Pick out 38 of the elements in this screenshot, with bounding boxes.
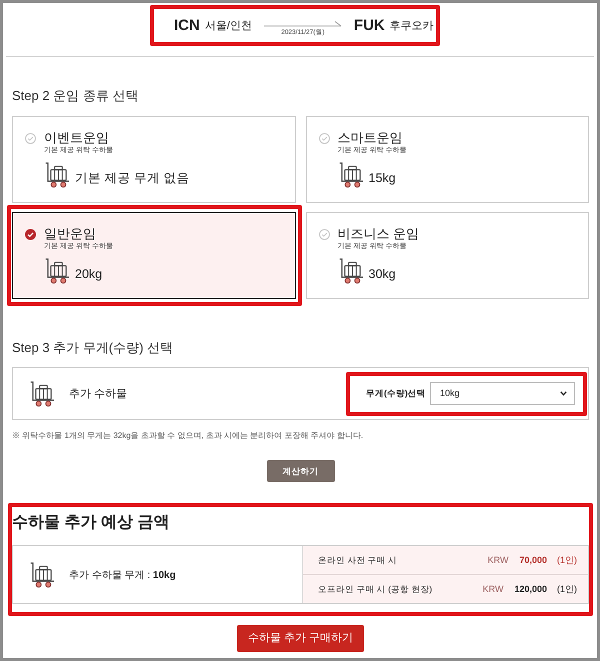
section-heading: Step 3 추가 무게(수량) 선택 — [12, 340, 174, 356]
weight-limit-note: ※ 위탁수하물 1개의 무게는 32kg을 초과할 수 없으며, 초과 시에는 분리하여 포장해 주셔야 합니다. — [12, 431, 364, 441]
baggage-allowance: 20kg — [75, 266, 102, 282]
luggage-cart-icon — [45, 162, 70, 188]
calculate-button[interactable]: 계산하기 — [266, 460, 334, 482]
chevron-down-icon — [560, 391, 567, 396]
baggage-allowance: 30kg — [368, 266, 396, 282]
luggage-cart-icon — [45, 258, 70, 284]
per-person-label: (1인) — [557, 554, 577, 566]
item-label: 추가 수하물 — [69, 386, 128, 400]
airport-code: FUK — [354, 16, 385, 34]
fare-name: 일반운임 — [44, 226, 96, 242]
luggage-cart-icon — [338, 258, 364, 284]
luggage-cart-icon — [30, 380, 55, 406]
weight-select[interactable]: 10kg — [430, 382, 575, 405]
select-label: 무게(수량)선택 — [366, 388, 426, 399]
fare-name: 비즈니스 운임 — [338, 226, 420, 242]
per-person-label: (1인) — [557, 584, 577, 594]
baggage-allowance: 15kg — [368, 170, 396, 186]
baggage-allowance: 기본 제공 무게 없음 — [75, 170, 190, 186]
estimate-title: 수하물 추가 예상 금액 — [12, 513, 170, 533]
luggage-cart-icon — [338, 162, 364, 188]
currency-label: KRW — [488, 554, 508, 566]
baggage-weight: 추가 수하물 무게 : 10kg — [69, 569, 176, 582]
city-name: 후쿠오카 — [390, 18, 434, 32]
price-label: 오프라인 구매 시 (공항 현장) — [318, 584, 432, 594]
fare-name: 스마트운임 — [338, 130, 402, 146]
city-name: 서울/인천 — [204, 18, 252, 32]
price-label: 온라인 사전 구매 시 — [318, 554, 398, 566]
purchase-button[interactable]: 수하물 추가 구매하기 — [237, 625, 364, 652]
section-heading: Step 2 운임 종류 선택 — [12, 88, 140, 104]
route-arrow-icon — [264, 20, 342, 27]
price-amount: 120,000 — [514, 584, 547, 594]
luggage-cart-icon — [30, 562, 55, 588]
airport-code: ICN — [174, 16, 200, 34]
price-amount: 70,000 — [519, 554, 547, 566]
fare-name: 이벤트운임 — [44, 130, 109, 146]
currency-label: KRW — [482, 584, 504, 594]
